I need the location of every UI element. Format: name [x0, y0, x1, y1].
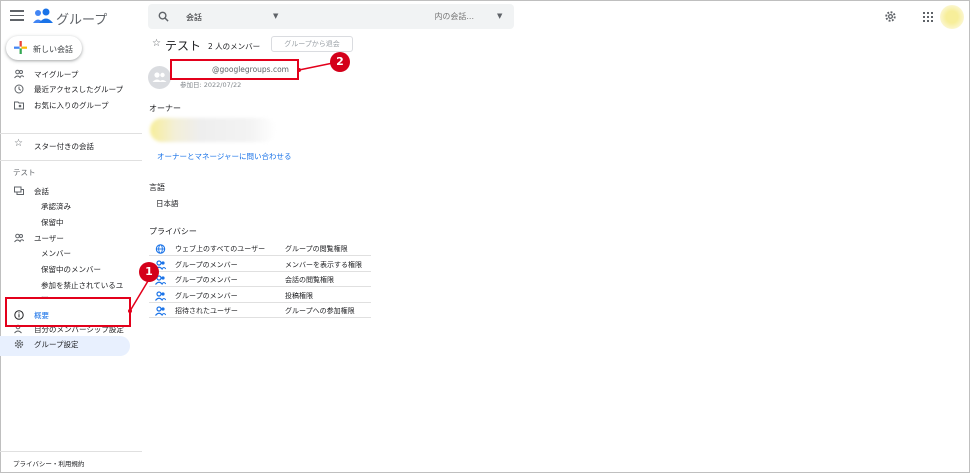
settings-gear-icon[interactable]	[884, 10, 897, 23]
language-heading: 言語	[149, 183, 165, 192]
privacy-who: ウェブ上のすべてのユーザー	[175, 245, 266, 253]
nav-label: お気に入りのグループ	[34, 101, 109, 110]
nav-label: ユーザー	[34, 234, 64, 243]
privacy-terms-link[interactable]: プライバシー・利用規約	[13, 458, 84, 468]
globe-icon	[155, 244, 166, 254]
privacy-row: グループのメンバー 投稿権限	[149, 288, 371, 303]
users-icon	[14, 233, 24, 243]
new-conversation-button[interactable]: 新しい会話	[6, 36, 82, 60]
people-icon	[14, 69, 24, 79]
sidebar-divider	[0, 160, 142, 161]
nav-favorite-groups[interactable]: お気に入りのグループ	[0, 97, 142, 112]
joined-date: 参加日: 2022/07/22	[180, 81, 242, 89]
privacy-who: グループのメンバー	[175, 292, 238, 300]
privacy-row: 招待されたユーザー グループへの参加権限	[149, 303, 371, 318]
nav-label: スター付きの会話	[34, 142, 94, 151]
member-count[interactable]: 2 人のメンバー	[208, 41, 260, 52]
privacy-permission: グループへの参加権限	[285, 307, 355, 315]
gear-icon	[14, 339, 24, 349]
nav-my-groups[interactable]: マイグループ	[0, 66, 142, 81]
new-conversation-label: 新しい会話	[33, 45, 73, 54]
search-scope-select[interactable]: 会話	[186, 12, 202, 23]
top-bar: グループ 会話 ▼ ▼	[0, 0, 970, 34]
people-icon	[155, 306, 166, 316]
account-avatar[interactable]	[940, 5, 964, 29]
folder-star-icon	[14, 101, 24, 110]
privacy-row: グループのメンバー メンバーを表示する権限	[149, 257, 371, 272]
contact-owners-link[interactable]: オーナーとマネージャーに問い合わせる	[157, 151, 291, 162]
clock-icon	[14, 84, 24, 94]
group-section-title: テスト	[13, 168, 36, 177]
privacy-who: グループのメンバー	[175, 276, 238, 284]
star-group-icon[interactable]: ☆	[152, 38, 161, 49]
sidebar-divider	[0, 133, 142, 134]
main-menu-button[interactable]	[10, 10, 24, 22]
conversations-icon	[14, 186, 24, 195]
owner-chip-redacted	[150, 118, 276, 142]
search-bar[interactable]: 会話 ▼ ▼	[148, 4, 514, 29]
star-icon: ☆	[14, 138, 23, 149]
privacy-permission: 会話の閲覧権限	[285, 276, 334, 284]
groups-logo-icon	[33, 8, 53, 23]
nav-approved[interactable]: 承認済み	[0, 199, 142, 213]
nav-recent-groups[interactable]: 最近アクセスしたグループ	[0, 81, 142, 96]
plus-icon	[14, 41, 27, 54]
group-avatar	[148, 66, 171, 89]
annotation-marker-1: 1	[139, 262, 159, 282]
nav-pending[interactable]: 保留中	[0, 215, 142, 229]
sidebar: 新しい会話 マイグループ 最近アクセスしたグループ お気に入りのグループ ☆ ス…	[0, 34, 142, 473]
privacy-row: ウェブ上のすべてのユーザー グループの閲覧権限	[149, 241, 371, 256]
language-value: 日本語	[156, 199, 179, 208]
group-title: テスト	[165, 39, 202, 53]
people-icon	[155, 291, 166, 301]
nav-starred-conversations[interactable]: ☆ スター付きの会話	[0, 138, 142, 153]
privacy-permission: メンバーを表示する権限	[285, 261, 362, 269]
privacy-who: 招待されたユーザー	[175, 307, 238, 315]
privacy-permission: グループの閲覧権限	[285, 245, 348, 253]
nav-sub-label: 保留中	[41, 218, 64, 227]
annotation-box-email	[170, 59, 299, 80]
search-icon[interactable]	[158, 11, 169, 22]
app-name[interactable]: グループ	[56, 9, 107, 28]
main-content: ☆ テスト 2 人のメンバー グループから退会 @googlegroups.co…	[142, 34, 970, 473]
search-options-icon[interactable]: ▼	[497, 12, 502, 20]
nav-sub-label: 承認済み	[41, 202, 71, 211]
nav-members[interactable]: メンバー	[0, 246, 142, 260]
nav-users[interactable]: ユーザー	[0, 230, 142, 245]
nav-pending-members[interactable]: 保留中のメンバー	[0, 262, 142, 276]
privacy-row: グループのメンバー 会話の閲覧権限	[149, 272, 371, 287]
annotation-box-overview	[5, 297, 131, 327]
privacy-who: グループのメンバー	[175, 261, 238, 269]
nav-sub-label: メンバー	[41, 249, 71, 258]
sidebar-divider	[0, 451, 142, 452]
annotation-marker-2: 2	[330, 52, 350, 72]
search-input[interactable]	[348, 8, 498, 25]
scope-dropdown-icon[interactable]: ▼	[273, 12, 278, 20]
privacy-heading: プライバシー	[149, 227, 197, 236]
nav-sub-label: 保留中のメンバー	[41, 265, 101, 274]
nav-label: グループ設定	[34, 340, 79, 349]
group-people-icon	[152, 72, 167, 82]
privacy-permission: 投稿権限	[285, 292, 313, 300]
apps-grid-icon[interactable]	[923, 12, 933, 22]
nav-label: 最近アクセスしたグループ	[34, 85, 124, 94]
nav-conversations[interactable]: 会話	[0, 183, 142, 198]
owner-heading: オーナー	[149, 104, 181, 113]
nav-group-settings[interactable]: グループ設定	[0, 336, 142, 351]
leave-group-button[interactable]: グループから退会	[271, 36, 353, 52]
nav-label: マイグループ	[34, 70, 79, 79]
nav-label: 会話	[34, 187, 49, 196]
